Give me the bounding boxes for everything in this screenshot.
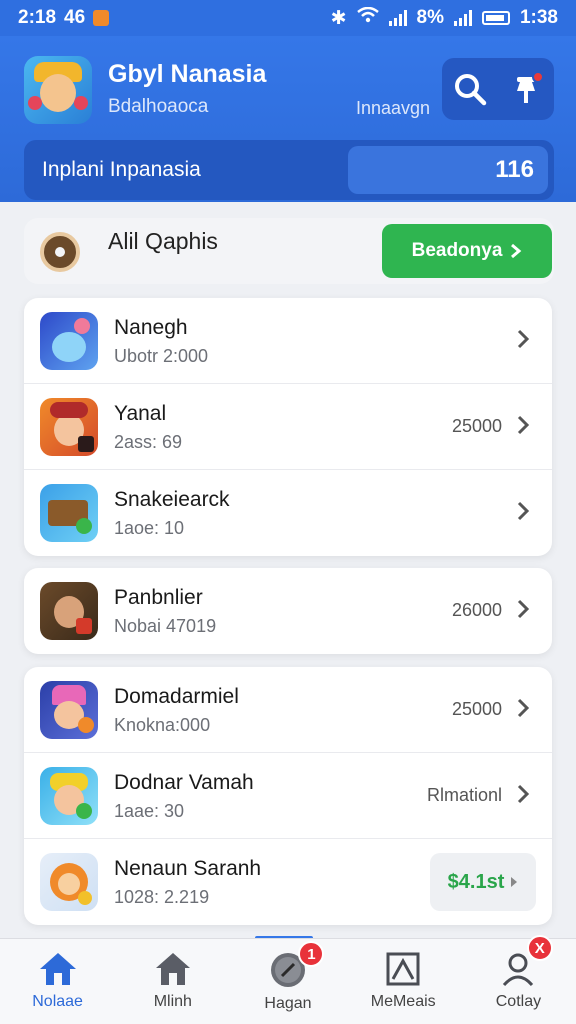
game-row[interactable]: Nanegh Ubotr 2:000: [24, 298, 552, 384]
close-badge[interactable]: X: [526, 935, 553, 961]
game-card-2: Panbnlier Nobai 47019 26000: [24, 568, 552, 654]
header-actions: [442, 58, 554, 120]
balance-value: 116: [348, 146, 548, 194]
game-sub: 1028: 2.219: [114, 887, 210, 907]
promo-button-label: Beadonya: [411, 240, 503, 261]
header-hint: Innaavgn: [356, 98, 431, 118]
game-sub: Ubotr 2:000: [114, 346, 209, 366]
hero-icon: [40, 398, 98, 456]
frame-icon: [386, 952, 420, 986]
app-notification-icon: [93, 10, 110, 26]
chevron-right-icon: [517, 329, 530, 349]
game-name: Snakeiearck: [114, 488, 230, 511]
nav-label: Cotlay: [495, 993, 542, 1010]
status-network: 46: [64, 7, 86, 28]
game-sub: 1aae: 30: [114, 801, 185, 821]
status-clock: 1:38: [519, 7, 558, 28]
elf-icon: [40, 767, 98, 825]
game-card-3: Domadarmiel Knokna:000 25000 Dodnar Vama…: [24, 667, 552, 925]
house-icon: [155, 953, 190, 985]
nav-label: Nolaae: [32, 993, 83, 1010]
status-time: 2:18: [18, 7, 57, 28]
game-name: Panbnlier: [114, 586, 203, 609]
battery-percent: 8%: [416, 7, 444, 28]
chevron-right-icon: [517, 415, 530, 435]
chevron-right-icon: [511, 243, 522, 259]
game-row[interactable]: Snakeiearck 1aoe: 10: [24, 470, 552, 556]
game-row[interactable]: Domadarmiel Knokna:000 25000: [24, 667, 552, 753]
search-icon: [455, 74, 487, 106]
balance-label: Inplani Inpanasia: [42, 158, 201, 181]
balance-bar[interactable]: Inplani Inpanasia 116: [24, 140, 554, 200]
unicorn-icon: [40, 312, 98, 370]
nav-item-hagan[interactable]: Hagan 1: [230, 939, 345, 1024]
status-bar: 2:18 46 ✱ 8% 1:38: [0, 0, 576, 36]
price-label: $4.1st: [447, 870, 505, 893]
promo-button[interactable]: Beadonya: [382, 224, 552, 278]
chest-icon: [40, 484, 98, 542]
game-name: Domadarmiel: [114, 685, 239, 708]
app-header: Gbyl Nanasia Bdalhoaoca Innaavgn Inplani…: [0, 36, 576, 202]
nav-label: Hagan: [264, 995, 312, 1012]
promo-title: Alil Qaphis: [108, 228, 218, 254]
game-sub: 2ass: 69: [114, 432, 183, 452]
price-button[interactable]: $4.1st: [430, 853, 536, 911]
game-meta: 25000: [451, 416, 502, 436]
nav-label: Mlinh: [153, 993, 192, 1010]
signal-icon-2: [453, 10, 472, 26]
bottom-nav: Nolaae Mlinh Hagan 1 MeMeais Cotlay X: [0, 935, 576, 1024]
app-avatar[interactable]: [24, 56, 92, 124]
game-name: Yanal: [114, 402, 167, 425]
pin-button[interactable]: [504, 67, 548, 111]
chevron-right-icon: [517, 501, 530, 521]
wizard-icon: [40, 681, 98, 739]
game-name: Nanegh: [114, 316, 188, 339]
signal-icon: [388, 10, 407, 26]
promo-row: Alil Qaphis Beadonya: [24, 218, 554, 284]
game-row[interactable]: Panbnlier Nobai 47019 26000: [24, 568, 552, 654]
disc-icon: [40, 232, 80, 272]
chevron-right-icon: [517, 784, 530, 804]
app-title: Gbyl Nanasia: [108, 60, 267, 88]
game-meta: Rlmationl: [426, 785, 502, 805]
game-name: Dodnar Vamah: [114, 771, 254, 794]
home-icon: [39, 953, 76, 985]
wifi-icon: [356, 6, 379, 29]
nav-label: MeMeais: [370, 993, 436, 1010]
game-sub: Knokna:000: [114, 715, 211, 735]
game-row[interactable]: Nenaun Saranh 1028: 2.219 $4.1st: [24, 839, 552, 925]
chevron-right-icon: [517, 698, 530, 718]
nav-item-cotlay[interactable]: Cotlay X: [461, 935, 576, 1024]
battery-icon: [481, 11, 510, 25]
notification-dot: [532, 71, 544, 83]
nav-item-memeais[interactable]: MeMeais: [346, 939, 461, 1024]
chevron-right-icon: [517, 599, 530, 619]
game-row[interactable]: Dodnar Vamah 1aae: 30 Rlmationl: [24, 753, 552, 839]
bluetooth-icon: ✱: [330, 7, 347, 29]
game-meta: 26000: [451, 600, 502, 620]
caret-right-icon: [511, 877, 518, 887]
game-meta: 25000: [451, 699, 502, 719]
game-row[interactable]: Yanal 2ass: 69 25000: [24, 384, 552, 470]
game-sub: 1aoe: 10: [114, 518, 185, 538]
nav-item-mlinh[interactable]: Mlinh: [115, 939, 230, 1024]
search-button[interactable]: [448, 67, 492, 111]
nav-item-home[interactable]: Nolaae: [0, 939, 115, 1024]
notification-badge: 1: [298, 941, 325, 967]
fox-icon: [40, 853, 98, 911]
game-sub: Nobai 47019: [114, 616, 217, 636]
game-name: Nenaun Saranh: [114, 857, 262, 880]
app-subtitle: Bdalhoaoca: [108, 96, 209, 117]
warrior-icon: [40, 582, 98, 640]
game-card-1: Nanegh Ubotr 2:000 Yanal 2ass: 69 25000 …: [24, 298, 552, 556]
